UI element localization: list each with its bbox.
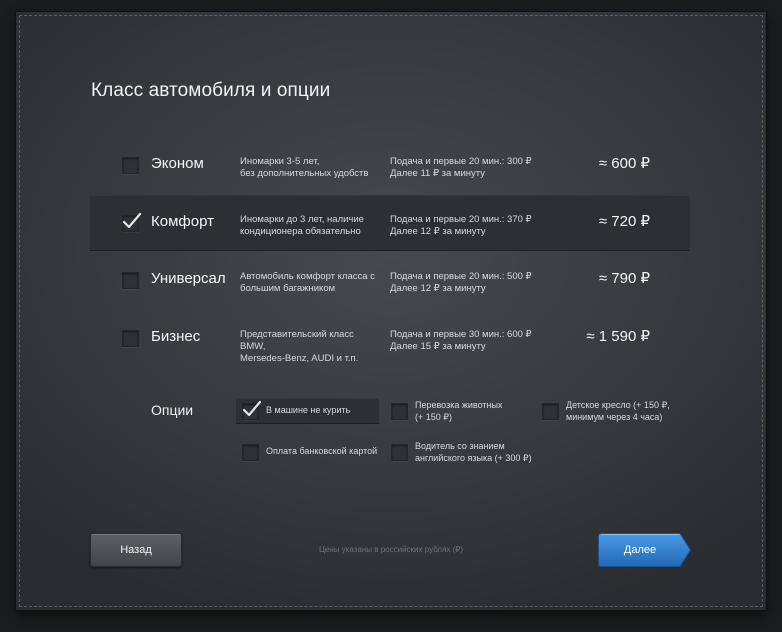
next-button[interactable]: Далее — [598, 533, 691, 567]
option-pets[interactable]: Перевозка животных (+ 150 ₽) — [385, 398, 535, 424]
check-icon — [242, 400, 262, 417]
option-checkbox-card-payment[interactable] — [242, 444, 259, 461]
option-label: Водитель со знанием английского языка (+ … — [415, 441, 532, 463]
option-child-seat[interactable]: Детское кресло (+ 150 ₽, минимум через 4 … — [536, 398, 696, 424]
class-checkbox-universal[interactable] — [122, 272, 139, 289]
class-price: ≈ 720 ₽ — [598, 213, 650, 230]
option-label: Детское кресло (+ 150 ₽, минимум через 4 … — [566, 400, 670, 422]
class-name: Бизнес — [151, 328, 201, 345]
option-checkbox-english-driver[interactable] — [391, 444, 408, 461]
class-name: Универсал — [151, 270, 226, 287]
class-conditions: Подача и первые 20 мин.: 500 ₽ Далее 12 ₽… — [390, 271, 532, 294]
class-checkbox-econom[interactable] — [122, 157, 139, 174]
class-description: Автомобиль комфорт класса с большим багаж… — [240, 271, 375, 294]
option-no-smoking[interactable]: В машине не курить — [236, 398, 379, 424]
class-description: Иномарки 3-5 лет, без дополнительных удоб… — [240, 156, 369, 179]
next-button-label: Далее — [623, 544, 657, 556]
option-label: Оплата банковской картой — [266, 446, 378, 456]
class-name: Комфорт — [151, 213, 214, 230]
class-conditions: Подача и первые 30 мин.: 600 ₽ Далее 15 ₽… — [390, 329, 532, 352]
class-description: Представительский класс BMW, Mersedes-Ben… — [240, 329, 359, 364]
class-checkbox-comfort[interactable] — [122, 212, 142, 232]
class-row-econom[interactable]: Эконом Иномарки 3-5 лет, без дополнительн… — [90, 137, 690, 193]
check-icon — [122, 212, 142, 229]
dialog-panel: Класс автомобиля и опции Эконом Иномарки… — [16, 12, 766, 610]
option-card-payment[interactable]: Оплата банковской картой — [236, 439, 386, 465]
class-row-comfort[interactable]: Комфорт Иномарки до 3 лет, наличие кондиц… — [90, 195, 690, 251]
page-title: Класс автомобиля и опции — [91, 80, 331, 101]
class-description: Иномарки до 3 лет, наличие кондиционера о… — [240, 214, 364, 237]
option-checkbox-pets[interactable] — [391, 403, 408, 420]
class-price: ≈ 600 ₽ — [598, 155, 650, 172]
option-label: Перевозка животных (+ 150 ₽) — [415, 400, 503, 422]
class-conditions: Подача и первые 20 мин.: 370 ₽ Далее 12 ₽… — [390, 214, 532, 237]
option-checkbox-no-smoking[interactable] — [242, 400, 262, 420]
option-label: В машине не курить — [266, 405, 351, 415]
class-name: Эконом — [151, 155, 204, 172]
option-english-driver[interactable]: Водитель со знанием английского языка (+ … — [385, 439, 545, 465]
class-price: ≈ 1 590 ₽ — [586, 328, 650, 345]
option-checkbox-child-seat[interactable] — [542, 403, 559, 420]
class-price: ≈ 790 ₽ — [598, 270, 650, 287]
class-checkbox-business[interactable] — [122, 330, 139, 347]
options-label: Опции — [151, 402, 194, 418]
class-row-universal[interactable]: Универсал Автомобиль комфорт класса с бол… — [90, 252, 690, 308]
class-conditions: Подача и первые 20 мин.: 300 ₽ Далее 11 ₽… — [390, 156, 532, 179]
class-row-business[interactable]: Бизнес Представительский класс BMW, Merse… — [90, 310, 690, 366]
